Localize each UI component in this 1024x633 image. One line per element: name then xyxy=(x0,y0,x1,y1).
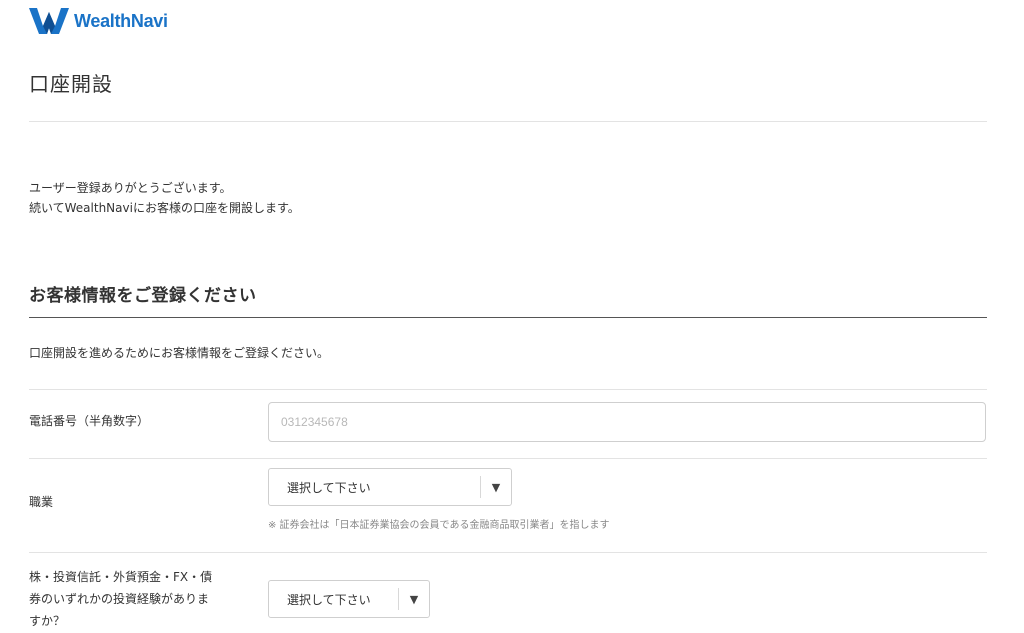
investment-experience-label-line-1: 株・投資信託・外貨預金・FX・債 xyxy=(29,570,213,584)
section-description: 口座開設を進めるためにお客様情報をご登録ください。 xyxy=(29,346,330,360)
investment-experience-select-value: 選択して下さい xyxy=(287,592,371,607)
phone-input[interactable] xyxy=(268,402,986,442)
form-row-divider xyxy=(29,552,987,553)
investment-experience-select[interactable]: 選択して下さい ▼ xyxy=(268,580,430,618)
logo-text: WealthNavi xyxy=(74,10,168,31)
occupation-select[interactable]: 選択して下さい ▼ xyxy=(268,468,512,506)
title-divider xyxy=(29,121,987,122)
intro-line-2: 続いてWealthNaviにお客様の口座を開設します。 xyxy=(29,201,300,215)
form-row-divider xyxy=(29,458,987,459)
section-heading: お客様情報をご登録ください xyxy=(29,286,257,306)
section-divider xyxy=(29,317,987,318)
caret-down-icon: ▼ xyxy=(409,592,419,606)
investment-experience-label-line-3: すか？ xyxy=(29,614,66,628)
wealthnavi-w-logo-icon xyxy=(29,8,69,34)
phone-label: 電話番号（半角数字） xyxy=(29,414,150,428)
intro-line-1: ユーザー登録ありがとうございます。 xyxy=(29,181,232,195)
investment-experience-label: 株・投資信託・外貨預金・FX・債 券のいずれかの投資経験がありま すか？ xyxy=(29,566,212,632)
investment-experience-label-line-2: 券のいずれかの投資経験がありま xyxy=(29,592,210,606)
occupation-select-value: 選択して下さい xyxy=(287,480,371,495)
occupation-label: 職業 xyxy=(29,495,54,509)
account-opening-page: WealthNavi 口座開設 ユーザー登録ありがとうございます。 続いてWea… xyxy=(0,0,1024,633)
intro-message: ユーザー登録ありがとうございます。 続いてWealthNaviにお客様の口座を開… xyxy=(29,178,300,218)
form-row-divider xyxy=(29,389,987,390)
caret-down-icon: ▼ xyxy=(491,480,501,494)
page-title: 口座開設 xyxy=(29,72,113,96)
wealthnavi-logo[interactable]: WealthNavi xyxy=(29,8,168,34)
occupation-note: ※ 証券会社は「日本証券業協会の会員である金融商品取引業者」を指します xyxy=(268,520,610,531)
